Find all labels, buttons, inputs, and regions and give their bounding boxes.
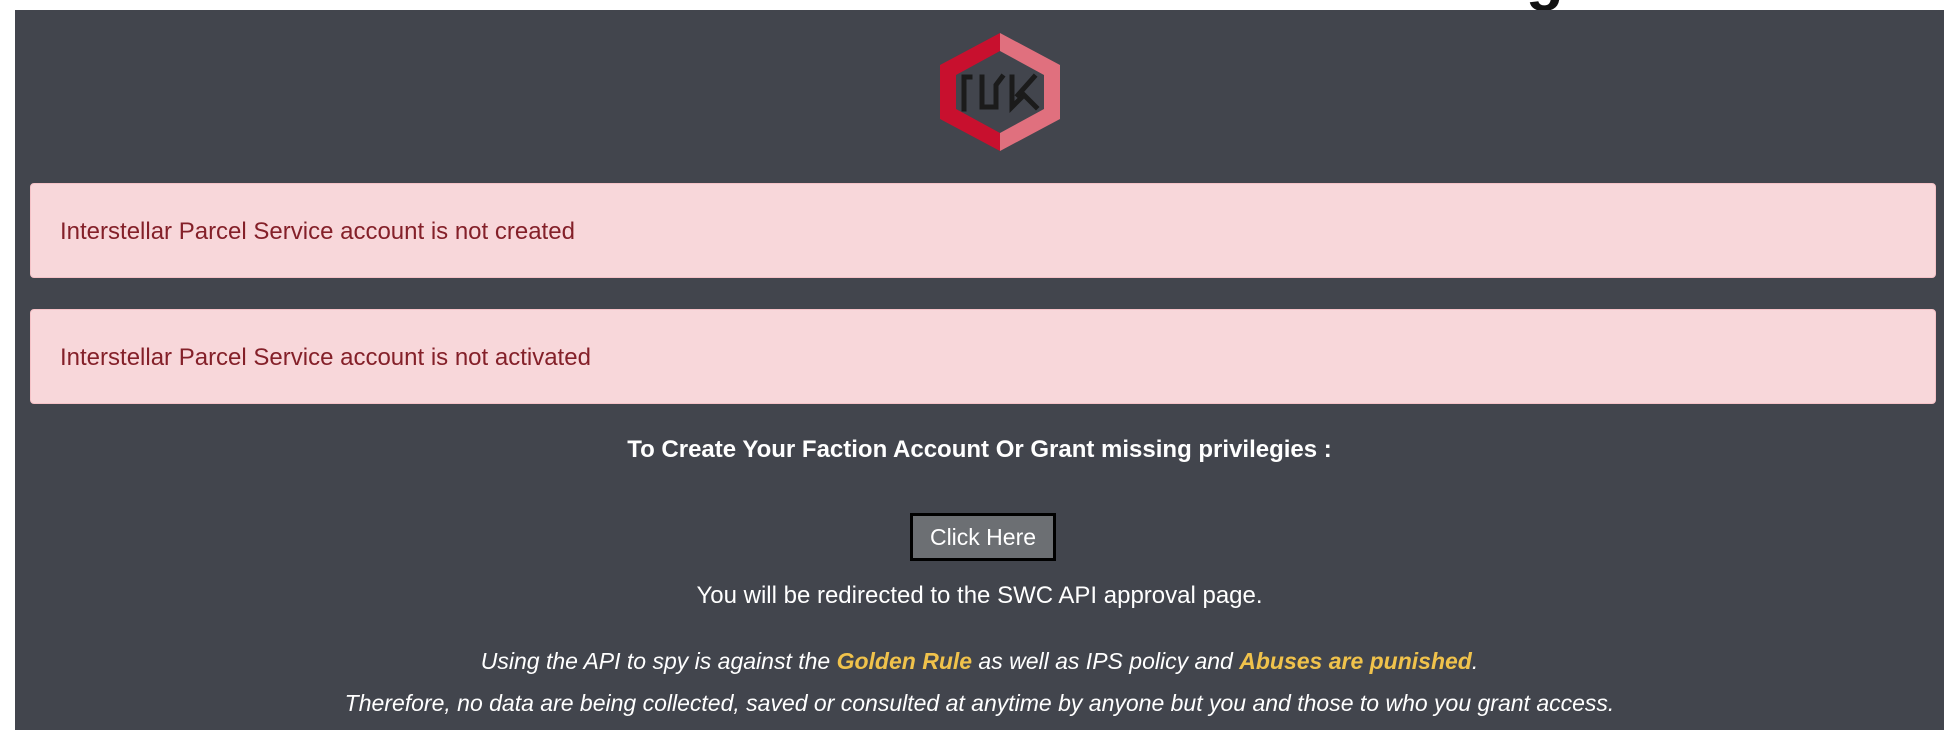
main-panel: Interstellar Parcel Service account is n…: [15, 10, 1944, 730]
golden-rule-highlight: Golden Rule: [836, 648, 973, 674]
logo: [930, 27, 1070, 157]
redirect-note: You will be redirected to the SWC API ap…: [696, 582, 1263, 609]
abuses-highlight: Abuses are punished: [1239, 648, 1472, 674]
policy-text: .: [1471, 648, 1479, 674]
page-title-clipped: Interstellar Parcel Service - Faction Lo…: [0, 0, 1944, 10]
hexagon-logo-icon: [940, 33, 1060, 151]
policy-text: as well as IPS policy and: [972, 648, 1240, 674]
policy-line-1: Using the API to spy is against the Gold…: [15, 648, 1944, 675]
alert-account-not-created: Interstellar Parcel Service account is n…: [30, 183, 1936, 278]
policy-line-2: Therefore, no data are being collected, …: [344, 690, 1615, 716]
policy-text: Using the API to spy is against the: [480, 648, 837, 674]
click-here-button[interactable]: Click Here: [910, 513, 1056, 561]
alert-account-not-activated: Interstellar Parcel Service account is n…: [30, 309, 1936, 404]
cta-heading: To Create Your Faction Account Or Grant …: [627, 436, 1332, 463]
page-title-text: Interstellar Parcel Service - Faction Lo…: [0, 0, 1944, 10]
